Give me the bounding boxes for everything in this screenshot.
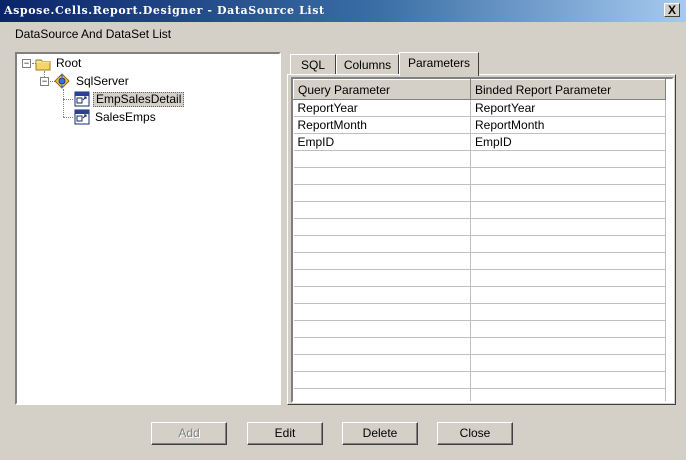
add-button[interactable]: Add bbox=[151, 422, 227, 445]
empty-table-row[interactable] bbox=[293, 252, 666, 270]
title-bar[interactable]: Aspose.Cells.Report.Designer - DataSourc… bbox=[0, 0, 686, 22]
empty-cell[interactable] bbox=[470, 303, 666, 321]
folder-icon bbox=[35, 59, 51, 71]
tree-node-root[interactable]: − Root bbox=[17, 55, 277, 72]
parameters-grid[interactable]: Query Parameter Binded Report Parameter … bbox=[291, 77, 674, 403]
section-label: DataSource And DataSet List bbox=[15, 27, 172, 41]
empty-table-row[interactable] bbox=[293, 320, 666, 338]
empty-table-row[interactable] bbox=[293, 235, 666, 253]
empty-cell[interactable] bbox=[293, 337, 471, 355]
empty-cell[interactable] bbox=[470, 371, 666, 389]
empty-cell[interactable] bbox=[293, 371, 471, 389]
tab-columns[interactable]: Columns bbox=[336, 54, 399, 74]
query-parameter-cell[interactable]: ReportYear bbox=[293, 99, 471, 117]
empty-cell[interactable] bbox=[293, 286, 471, 304]
tree-node-label: SqlServer bbox=[76, 74, 129, 88]
empty-cell[interactable] bbox=[293, 388, 471, 401]
empty-table-row[interactable] bbox=[293, 337, 666, 355]
empty-table-row[interactable] bbox=[293, 167, 666, 185]
empty-table-row[interactable] bbox=[293, 150, 666, 168]
edit-button[interactable]: Edit bbox=[247, 422, 323, 445]
datasource-list-dialog: Aspose.Cells.Report.Designer - DataSourc… bbox=[0, 0, 686, 460]
column-header-binded-report-parameter[interactable]: Binded Report Parameter bbox=[470, 79, 666, 100]
tree-node-dataset[interactable]: SalesEmps bbox=[17, 109, 277, 126]
empty-table-row[interactable] bbox=[293, 354, 666, 372]
empty-cell[interactable] bbox=[470, 218, 666, 236]
dataset-icon bbox=[74, 109, 90, 125]
tab-sql[interactable]: SQL bbox=[290, 54, 336, 74]
table-row[interactable]: ReportMonth ReportMonth bbox=[293, 116, 666, 134]
empty-cell[interactable] bbox=[293, 252, 471, 270]
empty-cell[interactable] bbox=[470, 150, 666, 168]
empty-cell[interactable] bbox=[293, 320, 471, 338]
empty-cell[interactable] bbox=[293, 150, 471, 168]
empty-cell[interactable] bbox=[470, 320, 666, 338]
table-row[interactable]: ReportYear ReportYear bbox=[293, 99, 666, 117]
empty-cell[interactable] bbox=[470, 337, 666, 355]
empty-cell[interactable] bbox=[470, 388, 666, 401]
tab-parameters[interactable]: Parameters bbox=[399, 52, 479, 76]
datasource-icon bbox=[54, 73, 70, 89]
empty-table-row[interactable] bbox=[293, 303, 666, 321]
close-button[interactable]: Close bbox=[437, 422, 513, 445]
empty-table-row[interactable] bbox=[293, 371, 666, 389]
empty-table-row[interactable] bbox=[293, 269, 666, 287]
query-parameter-cell[interactable]: ReportMonth bbox=[293, 116, 471, 134]
dataset-icon bbox=[74, 91, 90, 107]
query-parameter-cell[interactable]: EmpID bbox=[293, 133, 471, 151]
empty-table-row[interactable] bbox=[293, 218, 666, 236]
empty-cell[interactable] bbox=[470, 354, 666, 372]
empty-cell[interactable] bbox=[293, 184, 471, 202]
empty-table-row[interactable] bbox=[293, 286, 666, 304]
table-row[interactable]: EmpID EmpID bbox=[293, 133, 666, 151]
tree-node-dataset[interactable]: EmpSalesDetail bbox=[17, 91, 277, 108]
empty-cell[interactable] bbox=[293, 167, 471, 185]
empty-cell[interactable] bbox=[470, 269, 666, 287]
empty-cell[interactable] bbox=[293, 303, 471, 321]
tree-node-label: Root bbox=[56, 56, 82, 70]
collapse-icon[interactable]: − bbox=[22, 59, 31, 68]
datasource-tree[interactable]: − Root − SqlServer EmpSalesDetail SalesE… bbox=[15, 52, 281, 405]
empty-table-row[interactable] bbox=[293, 201, 666, 219]
empty-cell[interactable] bbox=[470, 184, 666, 202]
tree-node-label: SalesEmps bbox=[95, 110, 156, 124]
empty-cell[interactable] bbox=[470, 167, 666, 185]
tree-node-label: EmpSalesDetail bbox=[93, 92, 185, 107]
empty-cell[interactable] bbox=[470, 286, 666, 304]
empty-cell[interactable] bbox=[293, 269, 471, 287]
tree-node-sqlserver[interactable]: − SqlServer bbox=[17, 73, 277, 90]
empty-cell[interactable] bbox=[293, 218, 471, 236]
empty-cell[interactable] bbox=[293, 235, 471, 253]
empty-cell[interactable] bbox=[470, 235, 666, 253]
column-header-query-parameter[interactable]: Query Parameter bbox=[293, 79, 471, 100]
report-parameter-cell[interactable]: ReportMonth bbox=[470, 116, 666, 134]
empty-cell[interactable] bbox=[293, 354, 471, 372]
window-title: Aspose.Cells.Report.Designer - DataSourc… bbox=[4, 4, 325, 17]
empty-cell[interactable] bbox=[293, 201, 471, 219]
empty-table-row[interactable] bbox=[293, 388, 666, 401]
empty-cell[interactable] bbox=[470, 201, 666, 219]
report-parameter-cell[interactable]: EmpID bbox=[470, 133, 666, 151]
delete-button[interactable]: Delete bbox=[342, 422, 418, 445]
grid-header-row: Query Parameter Binded Report Parameter bbox=[293, 79, 666, 100]
report-parameter-cell[interactable]: ReportYear bbox=[470, 99, 666, 117]
close-window-button[interactable]: X bbox=[664, 3, 680, 17]
empty-cell[interactable] bbox=[470, 252, 666, 270]
empty-table-row[interactable] bbox=[293, 184, 666, 202]
collapse-icon[interactable]: − bbox=[40, 77, 49, 86]
